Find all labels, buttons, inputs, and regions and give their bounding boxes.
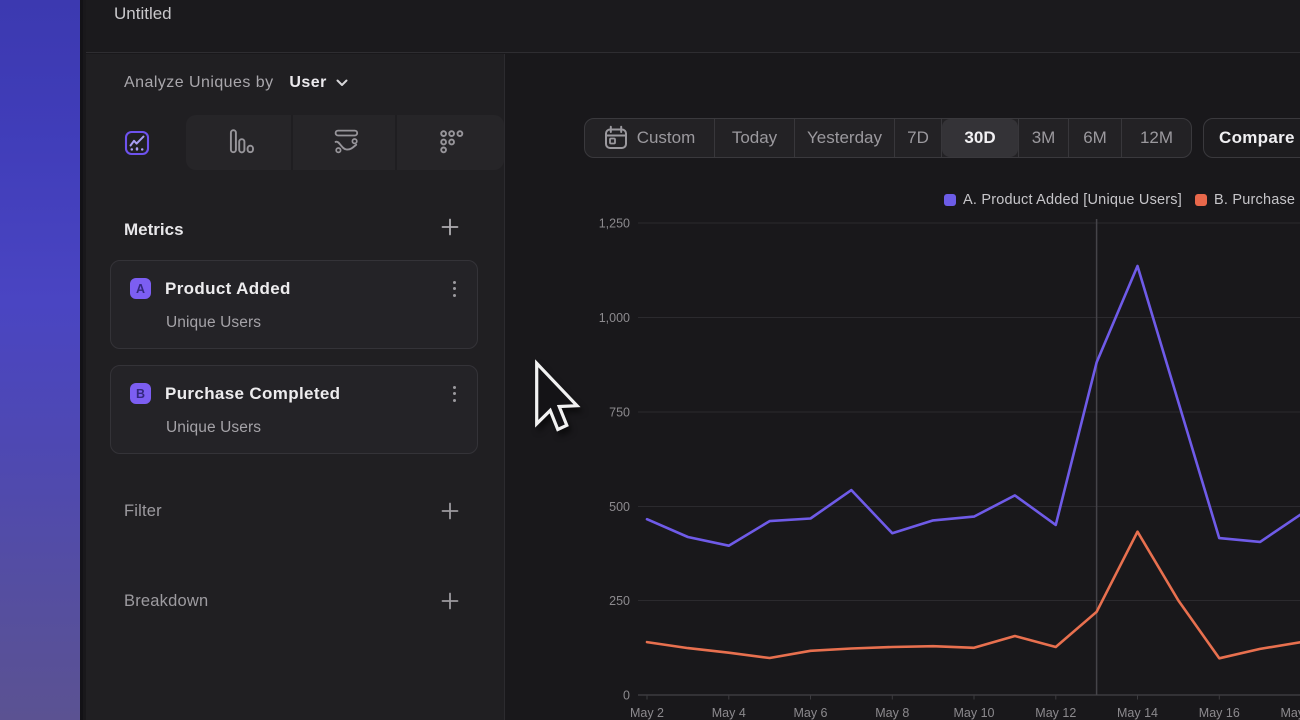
- svg-text:May 12: May 12: [1035, 706, 1076, 720]
- svg-text:May 10: May 10: [954, 706, 995, 720]
- svg-text:May 4: May 4: [712, 706, 746, 720]
- svg-text:250: 250: [609, 594, 630, 608]
- svg-text:May 16: May 16: [1199, 706, 1240, 720]
- svg-text:500: 500: [609, 500, 630, 514]
- svg-text:1,000: 1,000: [599, 311, 630, 325]
- svg-text:May 2: May 2: [630, 706, 664, 720]
- svg-text:1,250: 1,250: [599, 217, 630, 231]
- svg-text:May 6: May 6: [793, 706, 827, 720]
- svg-text:May 18: May 18: [1281, 706, 1300, 720]
- svg-text:May 8: May 8: [875, 706, 909, 720]
- svg-text:750: 750: [609, 406, 630, 420]
- svg-text:0: 0: [623, 689, 630, 703]
- svg-text:May 14: May 14: [1117, 706, 1158, 720]
